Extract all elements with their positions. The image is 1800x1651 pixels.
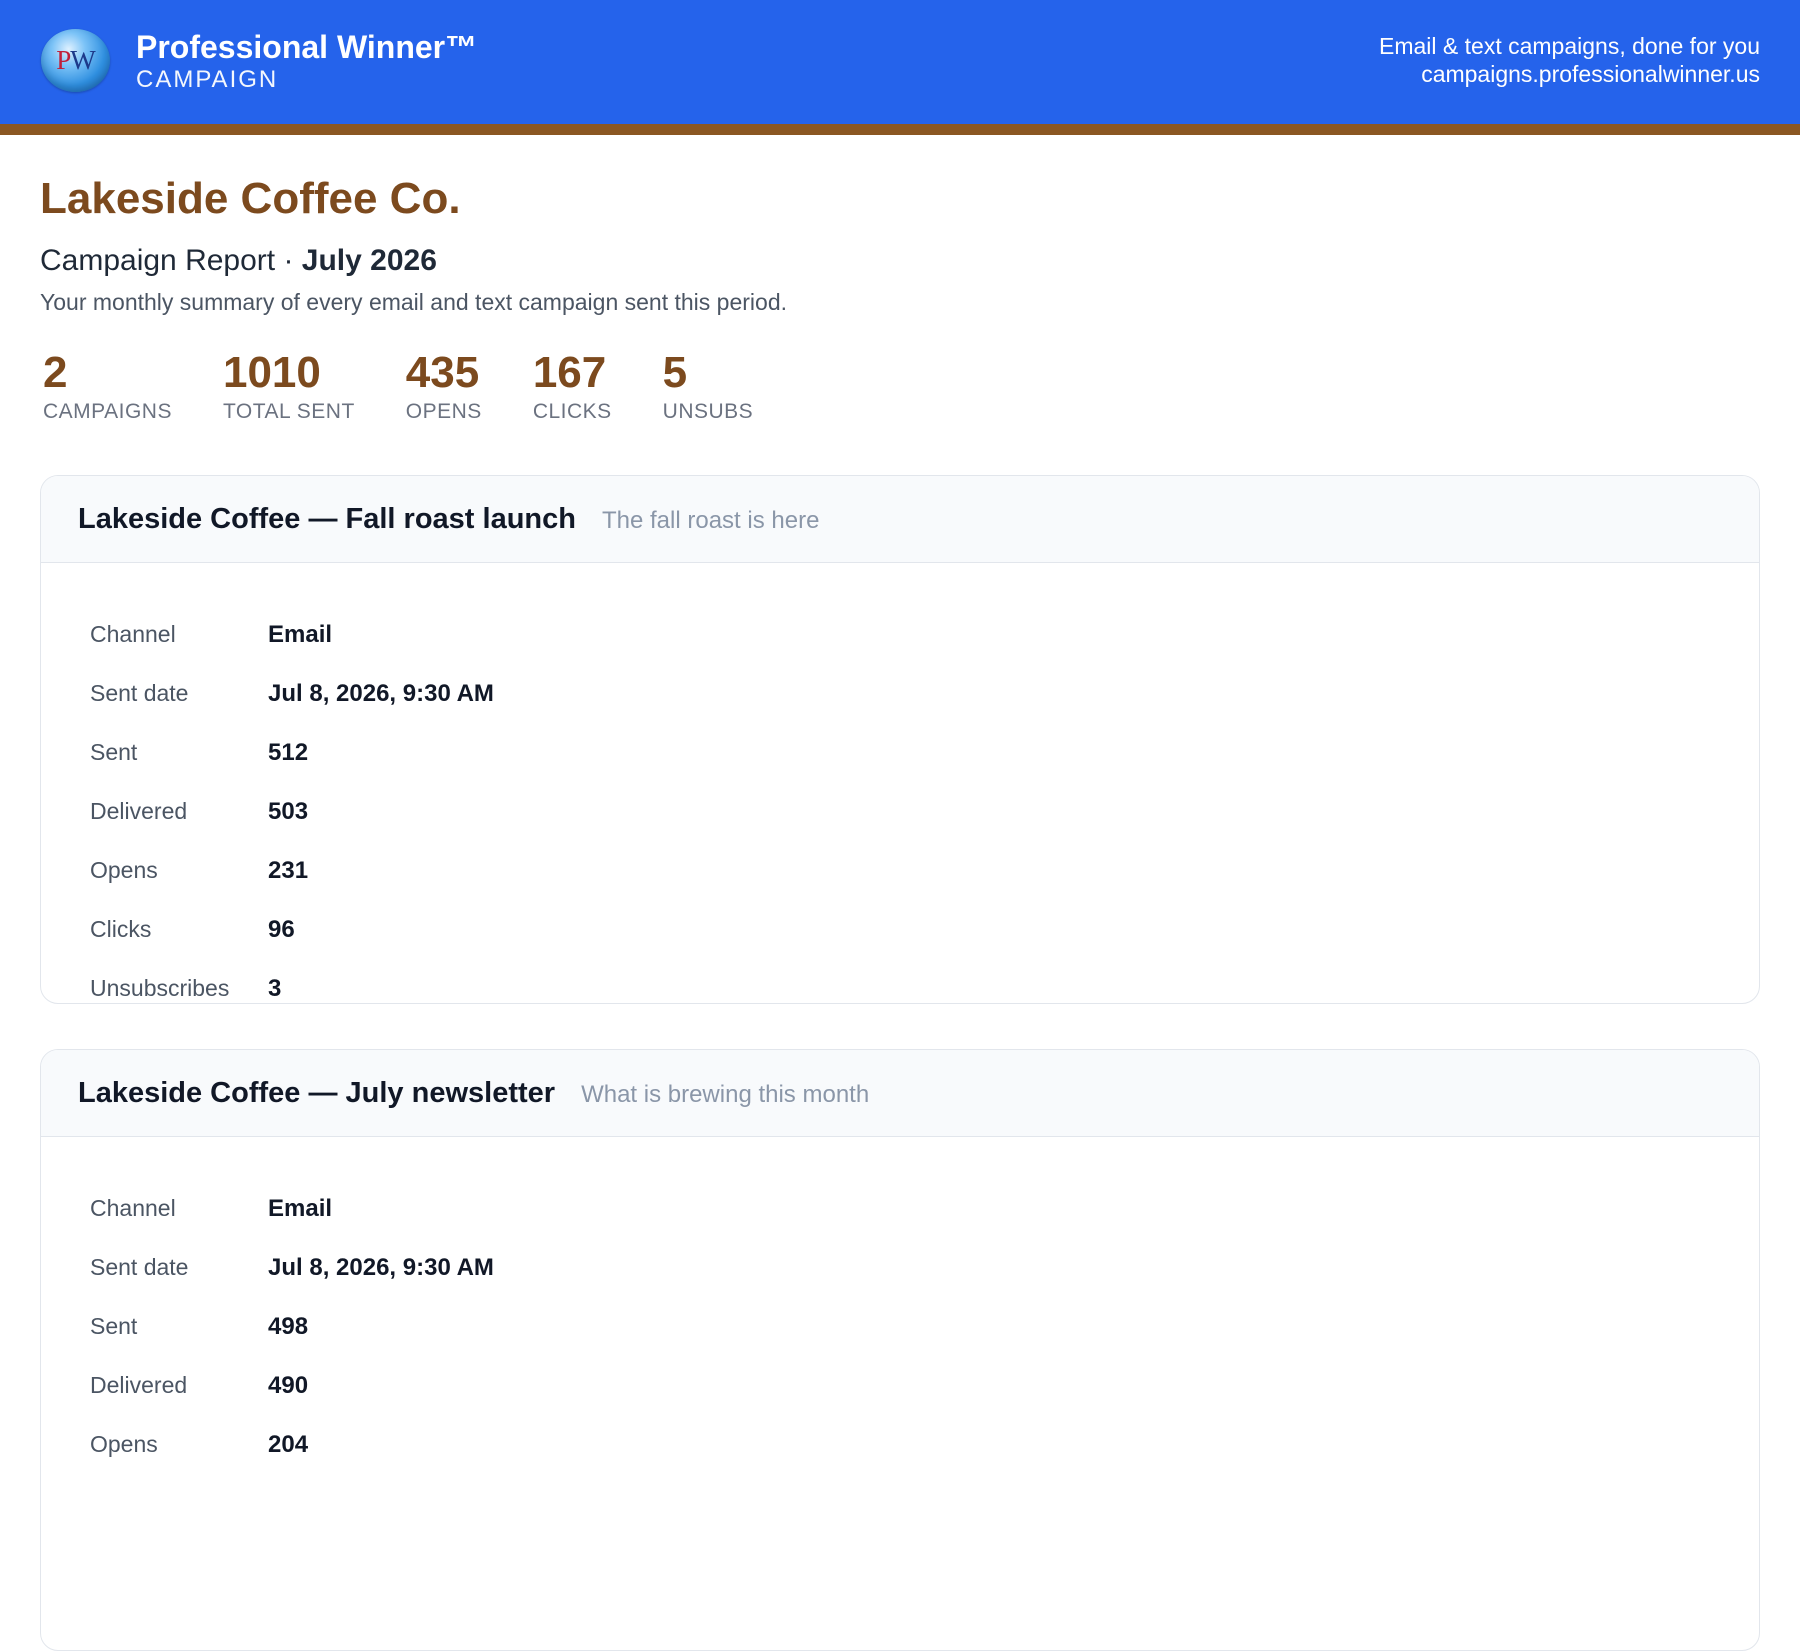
brand-logo-icon: PW	[41, 29, 110, 92]
brand-block: Professional Winner™ CAMPAIGN	[136, 28, 477, 94]
stats-row: 2 CAMPAIGNS 1010 TOTAL SENT 435 OPENS 16…	[40, 349, 1760, 425]
report-summary: Your monthly summary of every email and …	[40, 289, 788, 315]
stat-label: CLICKS	[532, 400, 612, 423]
detail-row-sent: Sent 512	[90, 723, 1759, 782]
detail-label: Opens	[90, 1431, 158, 1457]
stat-opens: 435 OPENS	[406, 349, 482, 425]
detail-row-channel: Channel Email	[90, 1179, 1759, 1238]
stat-label: CAMPAIGNS	[43, 400, 172, 423]
stat-value: 167	[532, 348, 607, 397]
detail-value: 503	[268, 797, 309, 825]
detail-label: Channel	[90, 1195, 176, 1221]
detail-row-sent-date: Sent date Jul 8, 2026, 9:30 AM	[90, 664, 1759, 723]
detail-value: 512	[268, 738, 309, 766]
detail-label: Delivered	[90, 1372, 188, 1398]
detail-value: 96	[268, 915, 295, 943]
logo-monogram: PW	[56, 45, 96, 75]
campaign-subject: What is brewing this month	[581, 1080, 870, 1108]
detail-value: Jul 8, 2026, 9:30 AM	[268, 679, 494, 707]
stat-label: UNSUBS	[662, 400, 754, 423]
report-month: July 2026	[301, 244, 437, 277]
report-content: Lakeside Coffee Co. Campaign Report · Ju…	[40, 135, 1760, 1651]
detail-label: Sent	[90, 1313, 138, 1339]
brand-subtitle: CAMPAIGN	[136, 66, 279, 93]
campaign-title: Lakeside Coffee — July newsletter	[78, 1076, 556, 1109]
detail-label: Sent date	[90, 680, 189, 706]
campaign-subject: The fall roast is here	[601, 506, 820, 534]
campaign-card-header: Lakeside Coffee — July newsletter What i…	[41, 1050, 1759, 1137]
campaign-title: Lakeside Coffee — Fall roast launch	[78, 502, 576, 535]
header-site-link[interactable]: campaigns.professionalwinner.us	[1379, 60, 1760, 88]
campaign-details: Channel Email Sent date Jul 8, 2026, 9:30 …	[41, 563, 1759, 1003]
detail-row-sent: Sent 498	[90, 1297, 1759, 1356]
detail-value: Email	[268, 1194, 333, 1222]
detail-row-unsubscribes: Unsubscribes 3	[90, 959, 1759, 1003]
detail-value: 3	[268, 974, 282, 1002]
detail-value: 490	[268, 1371, 309, 1399]
stat-total-sent: 1010 TOTAL SENT	[223, 349, 355, 425]
detail-value: 231	[268, 856, 309, 884]
detail-row-delivered: Delivered 490	[90, 1356, 1759, 1415]
detail-label: Unsubscribes	[90, 975, 230, 1001]
report-title: Campaign Report · July 2026	[40, 243, 1760, 279]
stat-campaigns: 2 CAMPAIGNS	[43, 349, 172, 425]
detail-label: Sent date	[90, 1254, 189, 1280]
detail-label: Sent	[90, 739, 138, 765]
report-title-prefix: Campaign Report ·	[40, 244, 294, 277]
detail-row-opens: Opens 204	[90, 1415, 1759, 1474]
company-name: Lakeside Coffee Co.	[40, 174, 461, 223]
stat-unsubs: 5 UNSUBS	[663, 349, 754, 425]
campaign-card-header: Lakeside Coffee — Fall roast launch The …	[41, 476, 1759, 563]
app-header: PW Professional Winner™ CAMPAIGN Email &…	[0, 0, 1800, 135]
detail-label: Channel	[90, 621, 176, 647]
detail-value: 204	[268, 1430, 309, 1458]
stat-clicks: 167 CLICKS	[533, 349, 612, 425]
detail-row-opens: Opens 231	[90, 841, 1759, 900]
stat-value: 2	[43, 348, 68, 397]
stat-value: 5	[662, 348, 688, 397]
detail-value: Email	[268, 620, 333, 648]
detail-label: Delivered	[90, 798, 188, 824]
detail-value: 498	[268, 1312, 309, 1340]
detail-row-clicks: Clicks 96	[90, 900, 1759, 959]
stat-label: TOTAL SENT	[222, 400, 355, 423]
brand-name: Professional Winner™	[136, 29, 478, 65]
stat-value: 435	[405, 348, 480, 397]
detail-label: Clicks	[90, 916, 152, 942]
detail-label: Opens	[90, 857, 158, 883]
header-tagline: Email & text campaigns, done for you	[1379, 33, 1760, 59]
detail-row-channel: Channel Email	[90, 605, 1759, 664]
detail-row-sent-date: Sent date Jul 8, 2026, 9:30 AM	[90, 1238, 1759, 1297]
stat-value: 1010	[222, 348, 321, 397]
header-info: Email & text campaigns, done for you cam…	[1379, 32, 1760, 88]
detail-value: Jul 8, 2026, 9:30 AM	[268, 1253, 494, 1281]
campaign-card-july-newsletter: Lakeside Coffee — July newsletter What i…	[40, 1049, 1760, 1651]
detail-row-delivered: Delivered 503	[90, 782, 1759, 841]
stat-label: OPENS	[405, 400, 482, 423]
campaign-details: Channel Email Sent date Jul 8, 2026, 9:30 …	[41, 1137, 1759, 1577]
campaign-card-fall-roast: Lakeside Coffee — Fall roast launch The …	[40, 475, 1760, 1004]
